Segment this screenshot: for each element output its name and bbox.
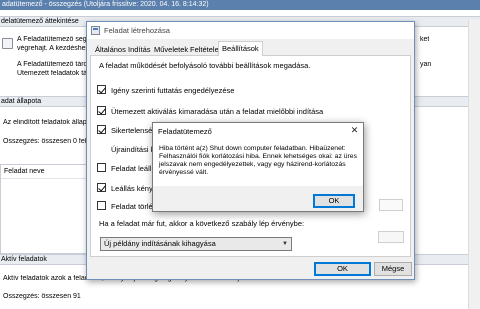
error-message-line: jelszavak nem engedélyezettek, vagy egy … xyxy=(159,161,346,168)
dialog-cancel-button[interactable]: Mégse xyxy=(374,262,412,276)
task-scheduler-icon xyxy=(2,38,13,49)
tab-settings[interactable]: Beállítások xyxy=(218,41,263,56)
chevron-down-icon: ▼ xyxy=(282,241,288,247)
overview-section-title: delatütemező áttekintése xyxy=(1,18,79,25)
delete-delay-field[interactable] xyxy=(379,199,403,211)
task-status-section-title: adat állapota xyxy=(1,98,42,105)
task-name-column-header[interactable]: Feladat neve xyxy=(1,165,91,179)
settings-description: A feladat működését befolyásoló további … xyxy=(99,61,311,70)
status-filter-text[interactable]: Az elindított feladatok állapo xyxy=(3,119,91,126)
task-window-icon xyxy=(91,26,100,35)
error-message-line: érvényessé vált. xyxy=(159,169,209,176)
overview-line-1-right: ket xyxy=(420,36,430,43)
active-tasks-section-title: Aktív feladatok xyxy=(1,256,47,263)
message-box-title: Feladatütemező xyxy=(158,127,212,136)
message-ok-button[interactable]: OK xyxy=(313,194,355,208)
duration-field[interactable] xyxy=(378,231,404,243)
task-status-list[interactable]: Feladat neve xyxy=(0,164,92,254)
force-stop-checkbox[interactable] xyxy=(97,183,106,192)
allow-on-demand-label: Igény szerinti futtatás engedélyezése xyxy=(111,86,235,95)
overview-line-3-right: yan xyxy=(420,61,432,68)
background-scrollbar[interactable] xyxy=(468,20,480,309)
error-message-box: Feladatütemező ✕ Hiba történt a(z) Shut … xyxy=(152,122,364,212)
message-box-body: Hiba történt a(z) Shut down computer fel… xyxy=(153,139,363,186)
overview-line-2: végrehajt. A kezdéshez xyxy=(17,45,89,52)
overview-line-1: A Feladatütemező segí xyxy=(17,36,89,43)
dialog-ok-button[interactable]: OK xyxy=(314,262,371,276)
run-missed-start-label: Ütemezett aktiválás kimaradása után a fe… xyxy=(111,107,324,116)
delete-task-checkbox[interactable] xyxy=(97,201,106,210)
active-tasks-summary: Összegzés: összesen 91 xyxy=(3,293,81,300)
close-icon[interactable]: ✕ xyxy=(349,125,360,136)
dialog-title: Feladat létrehozása xyxy=(104,26,170,35)
run-missed-start-checkbox[interactable] xyxy=(97,106,106,115)
dialog-titlebar[interactable]: Feladat létrehozása xyxy=(87,22,414,39)
stop-long-task-checkbox[interactable] xyxy=(97,163,106,172)
message-box-titlebar[interactable]: Feladatütemező ✕ xyxy=(153,123,363,139)
error-message-line: Felhasználói fiók korlátozási hiba. Enne… xyxy=(159,153,357,160)
overview-line-4: Ütemezett feladatok tár xyxy=(17,70,90,77)
background-window-title: adatütemező - összegzés (Utoljára frissí… xyxy=(0,0,480,10)
restart-on-failure-checkbox[interactable] xyxy=(97,125,106,134)
running-rule-label: Ha a feladat már fut, akkor a következő … xyxy=(99,219,305,228)
running-rule-dropdown[interactable]: Új példány indításának kihagyása ▼ xyxy=(100,237,292,251)
running-rule-value: Új példány indításának kihagyása xyxy=(104,239,216,248)
allow-on-demand-checkbox[interactable] xyxy=(97,85,106,94)
error-message-line: Hiba történt a(z) Shut down computer fel… xyxy=(159,145,346,152)
